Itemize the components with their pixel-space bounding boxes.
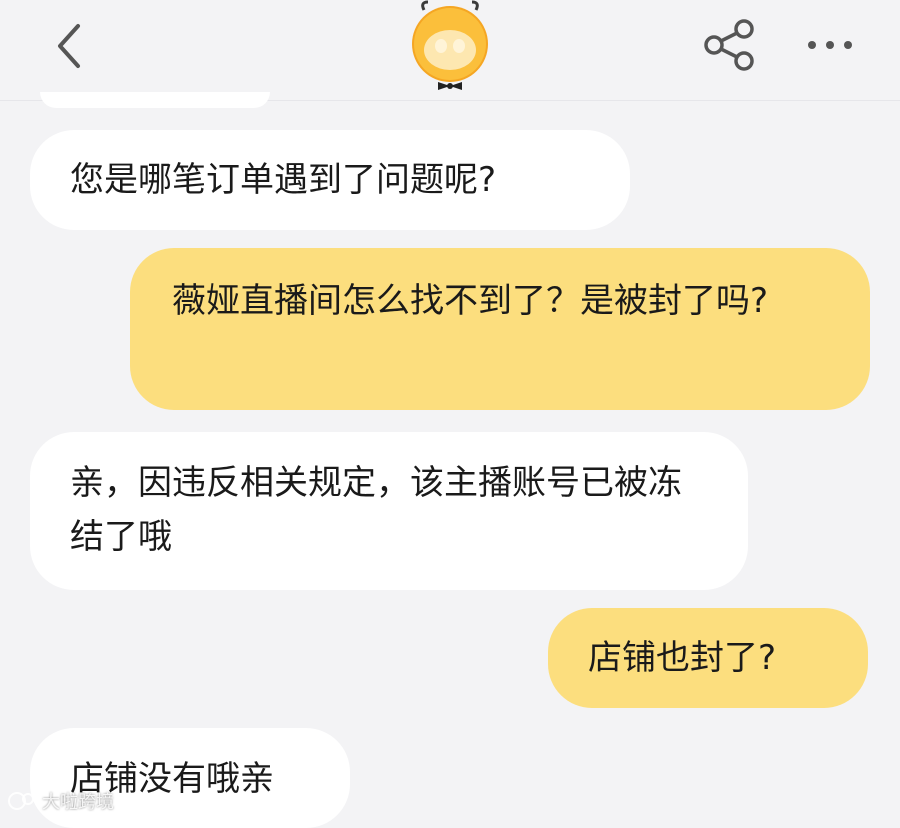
chevron-left-icon (58, 24, 80, 68)
more-dots-icon (808, 41, 816, 49)
share-icon (704, 19, 754, 71)
message-text: 薇娅直播间怎么找不到了？是被封了吗? (172, 281, 769, 321)
avatar[interactable] (408, 0, 492, 90)
previous-message-bubble-edge (40, 92, 270, 108)
watermark: 大啦跨境 (6, 787, 114, 815)
chat-header (0, 0, 900, 101)
message-bubble-outgoing[interactable]: 薇娅直播间怎么找不到了？是被封了吗? (130, 248, 870, 410)
more-options-button[interactable] (800, 28, 860, 62)
more-dots-icon (844, 41, 852, 49)
message-bubble-incoming[interactable]: 亲，因违反相关规定，该主播账号已被冻结了哦 (30, 432, 748, 590)
share-button[interactable] (700, 18, 758, 72)
back-button[interactable] (48, 18, 92, 74)
message-text: 店铺也封了? (588, 638, 777, 678)
message-bubble-outgoing[interactable]: 店铺也封了? (548, 608, 868, 708)
mascot-avatar-icon (412, 0, 488, 90)
more-dots-icon (826, 41, 834, 49)
watermark-text: 大啦跨境 (42, 792, 114, 813)
message-text: 亲，因违反相关规定，该主播账号已被冻结了哦 (70, 463, 682, 557)
message-bubble-incoming[interactable]: 您是哪笔订单遇到了问题呢? (30, 130, 630, 230)
watermark-logo-icon (8, 792, 34, 810)
message-text: 您是哪笔订单遇到了问题呢? (70, 160, 497, 200)
